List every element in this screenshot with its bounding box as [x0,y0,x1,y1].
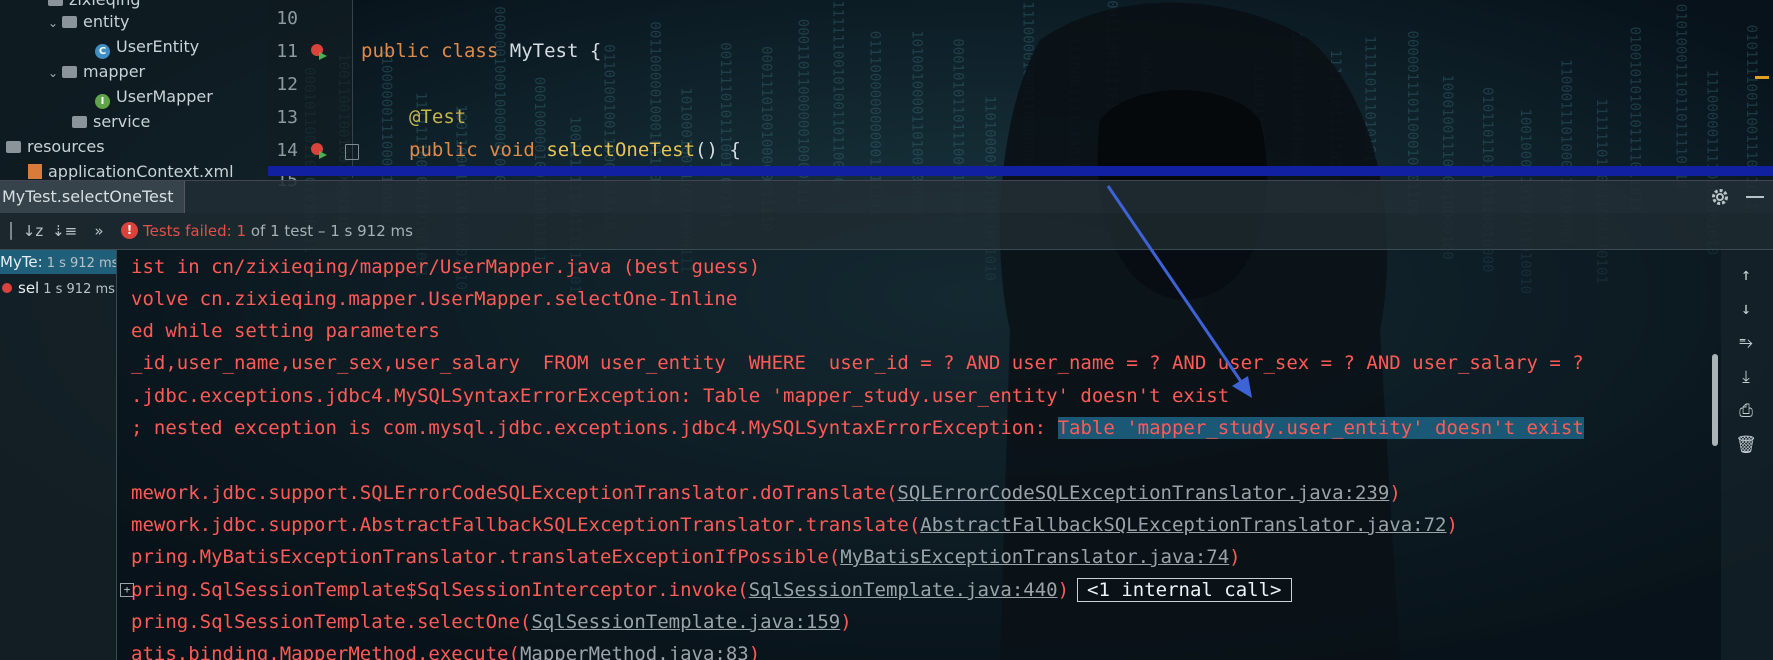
xml-file-icon [28,164,42,179]
folder-icon [62,66,77,78]
tree-item-userentity[interactable]: C UserEntity [95,35,199,59]
folder-icon [72,116,87,128]
current-line-highlight [268,166,1773,176]
code-line-11: public class MyTest { [361,40,602,62]
run-test-icon[interactable] [310,43,328,61]
folder-icon [48,0,63,6]
console-line: ist in cn/zixieqing/mapper/UserMapper.ja… [131,256,761,278]
gear-icon[interactable] [1710,187,1730,207]
class-icon: C [95,44,110,59]
internal-call-fold[interactable]: <1 internal call> [1077,578,1292,602]
scrollbar-warning-mark[interactable] [1755,76,1769,79]
console-line: ed while setting parameters [131,320,440,342]
code-line-14: public void selectOneTest() { [409,139,741,161]
stack-trace-link[interactable]: SqlSessionTemplate.java:440 [749,579,1058,601]
code-line-13: @Test [409,106,467,128]
more-icon[interactable]: » [88,221,110,241]
trash-icon[interactable]: 🗑 [1735,434,1757,456]
test-results-tree: MyTe: 1 s 912 ms sel 1 s 912 ms [0,250,117,660]
arrow-up-icon[interactable]: ↑ [1735,264,1757,286]
test-node-method[interactable]: sel 1 s 912 ms [0,276,116,300]
selected-text[interactable]: Table 'mapper_study.user_entity' doesn't… [1057,417,1584,439]
run-test-icon[interactable] [310,142,328,160]
run-tool-window-header: MyTest.selectOneTest [0,180,1773,213]
tab-mytest-selectonetest[interactable]: MyTest.selectOneTest [0,181,185,213]
sort-by-duration-icon[interactable]: ⇣≡ [52,221,77,241]
console-line: pring.SqlSessionTemplate.selectOne(SqlSe… [131,611,852,633]
editor-gutter: 10 11 12 13 14 15 [268,0,359,191]
folder-icon [62,16,77,28]
print-icon[interactable]: ⎙ [1735,400,1757,422]
console-line: pring.MyBatisExceptionTranslator.transla… [131,546,1241,568]
tree-item-resources[interactable]: resources [6,135,105,159]
scroll-to-end-icon[interactable]: ⤓ [1735,366,1757,388]
test-runner-toolbar: │ ↓z ⇣≡ » ! Tests failed: 1 of 1 test – … [0,213,1773,250]
console-line: mework.jdbc.support.AbstractFallbackSQLE… [131,514,1458,536]
tree-item-applicationcontext[interactable]: applicationContext.xml [28,160,234,180]
scrollbar-thumb[interactable] [1712,354,1718,446]
minimize-icon[interactable] [1746,196,1764,198]
console-line: atis.binding.MapperMethod.execute(Mapper… [131,639,760,660]
console-line: ; nested exception is com.mysql.jdbc.exc… [131,417,1584,439]
expand-icon[interactable]: + [120,583,134,597]
tree-item-usermapper[interactable]: I UserMapper [95,85,213,109]
line-number: 10 [276,8,298,29]
code-editor[interactable]: public class MyTest { @Test public void … [353,0,1773,178]
console-line: .jdbc.exceptions.jdbc4.MySQLSyntaxErrorE… [131,385,1230,407]
toolbar-separator-icon: │ [6,222,16,240]
stack-trace-link[interactable]: MyBatisExceptionTranslator.java:74 [840,546,1229,568]
console-output[interactable]: ist in cn/zixieqing/mapper/UserMapper.ja… [117,250,1721,660]
console-side-toolbar: ↑ ↓ ⥱ ⤓ ⎙ 🗑 [1721,250,1773,660]
stack-trace-link[interactable]: SQLErrorCodeSQLExceptionTranslator.java:… [897,482,1389,504]
folder-icon [6,141,21,153]
chevron-down-icon[interactable]: ⌄ [48,61,62,85]
interface-icon: I [95,94,110,109]
soft-wrap-icon[interactable]: ⥱ [1735,332,1757,354]
stack-trace-link[interactable]: MapperMethod.java:83 [520,643,749,660]
line-number: 13 [276,107,298,128]
test-node-class[interactable]: MyTe: 1 s 912 ms [0,250,116,274]
tree-item-service[interactable]: service [72,110,150,134]
line-number: 14 [276,140,298,161]
console-line: pring.SqlSessionTemplate$SqlSessionInter… [131,575,1292,605]
stack-trace-link[interactable]: AbstractFallbackSQLExceptionTranslator.j… [920,514,1446,536]
tree-item-mapper[interactable]: ⌄ mapper [48,60,145,84]
stack-trace-link[interactable]: SqlSessionTemplate.java:159 [531,611,840,633]
line-number: 11 [276,41,298,62]
error-icon [2,283,12,293]
arrow-down-icon[interactable]: ↓ [1735,298,1757,320]
console-line: mework.jdbc.support.SQLErrorCodeSQLExcep… [131,482,1401,504]
sort-alphabetically-icon[interactable]: ↓z [22,221,44,241]
chevron-down-icon[interactable]: ⌄ [48,11,62,35]
project-tree: zixieqing ⌄entity CUserEntity ⌄mapper IU… [0,0,268,180]
test-failed-icon: ! [121,222,138,239]
console-scrollbar[interactable] [1710,250,1720,660]
test-status-text: Tests failed: 1 of 1 test – 1 s 912 ms [143,222,413,240]
tree-item-entity[interactable]: ⌄ entity [48,10,129,34]
console-line: _id,user_name,user_sex,user_salary FROM … [131,352,1584,374]
line-number: 12 [276,74,298,95]
console-line: volve cn.zixieqing.mapper.UserMapper.sel… [131,288,738,310]
